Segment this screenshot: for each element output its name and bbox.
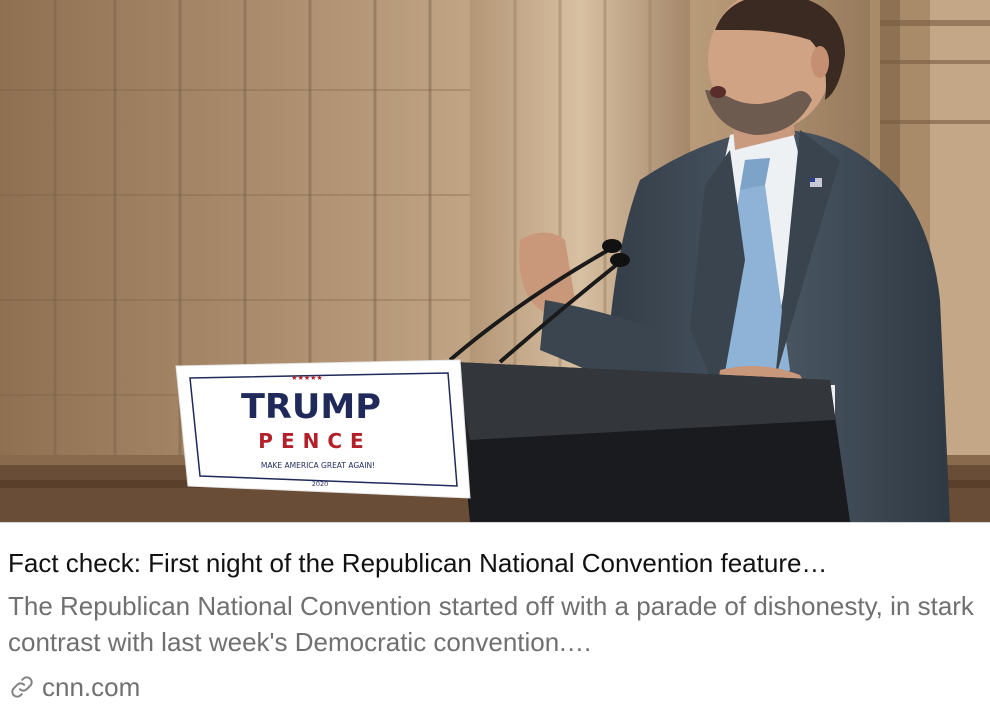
campaign-sign: ★★★★★ TRUMP PENCE MAKE AMERICA GREAT AGA…: [175, 359, 471, 499]
link-preview-card[interactable]: ★★★★★ TRUMP PENCE MAKE AMERICA GREAT AGA…: [0, 0, 990, 718]
preview-description[interactable]: The Republican National Convention start…: [8, 588, 983, 660]
sign-year: 2020: [312, 480, 329, 488]
preview-title[interactable]: Fact check: First night of the Republica…: [8, 545, 983, 581]
preview-domain: cnn.com: [42, 672, 141, 702]
speaker-at-podium-photo: ★★★★★ TRUMP PENCE MAKE AMERICA GREAT AGA…: [0, 0, 990, 522]
sign-line2: PENCE: [258, 429, 371, 453]
sign-slogan: MAKE AMERICA GREAT AGAIN!: [261, 461, 375, 470]
link-icon: [8, 673, 36, 701]
sign-stars: ★★★★★: [291, 374, 322, 382]
image-divider: [0, 522, 990, 523]
preview-source[interactable]: cnn.com: [8, 670, 140, 704]
sign-line1: TRUMP: [241, 387, 381, 427]
preview-image[interactable]: ★★★★★ TRUMP PENCE MAKE AMERICA GREAT AGA…: [0, 0, 990, 522]
